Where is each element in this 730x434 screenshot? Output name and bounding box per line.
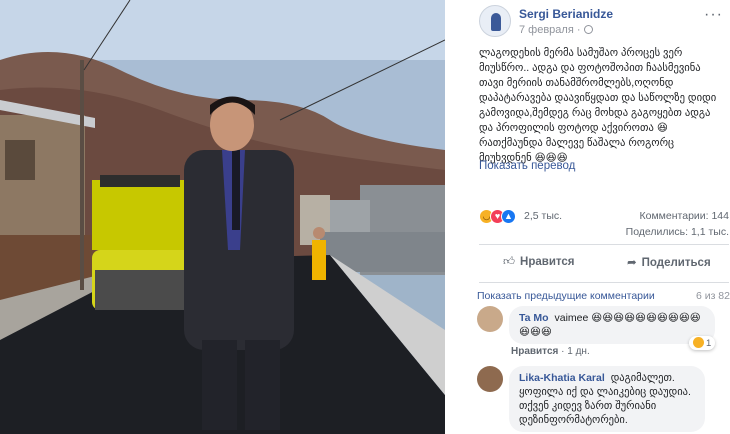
comment-age[interactable]: 1 дн. [567, 346, 589, 357]
like-button-label: Нравится [520, 256, 575, 268]
post-text: ლაგოდეხის მერმა სამუშაო პროცეს ვერ მიუსწ… [479, 47, 717, 164]
like-reaction-icon: ▲ [501, 209, 516, 224]
author-name[interactable]: Sergi Berianidze [519, 7, 613, 21]
comment-item: Lika-Khatia Karal დაგიმალეთ. ყოფილა იქ დ… [477, 366, 729, 434]
thumbs-up-icon: 👍︎ [503, 256, 516, 268]
comment-bubble: Ta Mo vaimee 😆😆😆😆😆😆😆😆😆😆😆😆😆 [509, 306, 715, 344]
share-button-label: Поделиться [641, 257, 711, 269]
show-translation-link[interactable]: Показать перевод [479, 160, 575, 172]
comment-like-link[interactable]: Нравится [511, 346, 558, 357]
commenter-name[interactable]: Ta Mo [519, 312, 549, 324]
commenter-avatar[interactable] [477, 366, 503, 392]
divider [479, 282, 729, 283]
comment-item: Ta Mo vaimee 😆😆😆😆😆😆😆😆😆😆😆😆😆 1 Нравится · … [477, 306, 729, 362]
comment-reaction-count: 1 [706, 338, 712, 349]
shares-count[interactable]: Поделились: 1,1 тыс. [626, 226, 729, 238]
haha-reaction-icon [693, 337, 704, 348]
post-actions: 👍︎ Нравится ➦ Поделиться [479, 250, 729, 278]
show-previous-comments-link[interactable]: Показать предыдущие комментарии [477, 290, 655, 302]
post-panel: Sergi Berianidze 7 февраля · ··· ლაგოდეხ… [445, 0, 730, 434]
commenter-name[interactable]: Lika-Khatia Karal [519, 372, 605, 384]
share-button[interactable]: ➦ Поделиться [627, 255, 711, 269]
share-arrow-icon: ➦ [627, 257, 637, 269]
post-photo-illustration [0, 0, 445, 434]
post-photo[interactable] [0, 0, 445, 434]
comment-meta: Нравится · 1 дн. [511, 346, 590, 357]
globe-icon [583, 25, 593, 34]
date-separator: · [576, 24, 581, 36]
comment-reaction-badge[interactable]: 1 [689, 336, 716, 350]
post-header: Sergi Berianidze 7 февраля · ··· [479, 2, 729, 42]
post-date[interactable]: 7 февраля · [519, 24, 593, 36]
post-date-text[interactable]: 7 февраля [519, 24, 574, 36]
post-stats: ◡ ♥ ▲ 2,5 тыс. Комментарии: 144 Поделили… [479, 207, 730, 238]
author-avatar[interactable] [479, 5, 511, 37]
reaction-icons[interactable]: ◡ ♥ ▲ [479, 209, 525, 225]
like-button[interactable]: 👍︎ Нравится [503, 255, 574, 269]
commenter-avatar[interactable] [477, 306, 503, 332]
comment-bubble: Lika-Khatia Karal დაგიმალეთ. ყოფილა იქ დ… [509, 366, 705, 432]
more-options-icon[interactable]: ··· [704, 6, 723, 24]
comment-page-counter: 6 из 82 [695, 290, 730, 302]
reactions-count[interactable]: 2,5 тыс. [524, 210, 562, 222]
comments-count[interactable]: Комментарии: 144 [640, 210, 730, 222]
divider [479, 244, 729, 245]
